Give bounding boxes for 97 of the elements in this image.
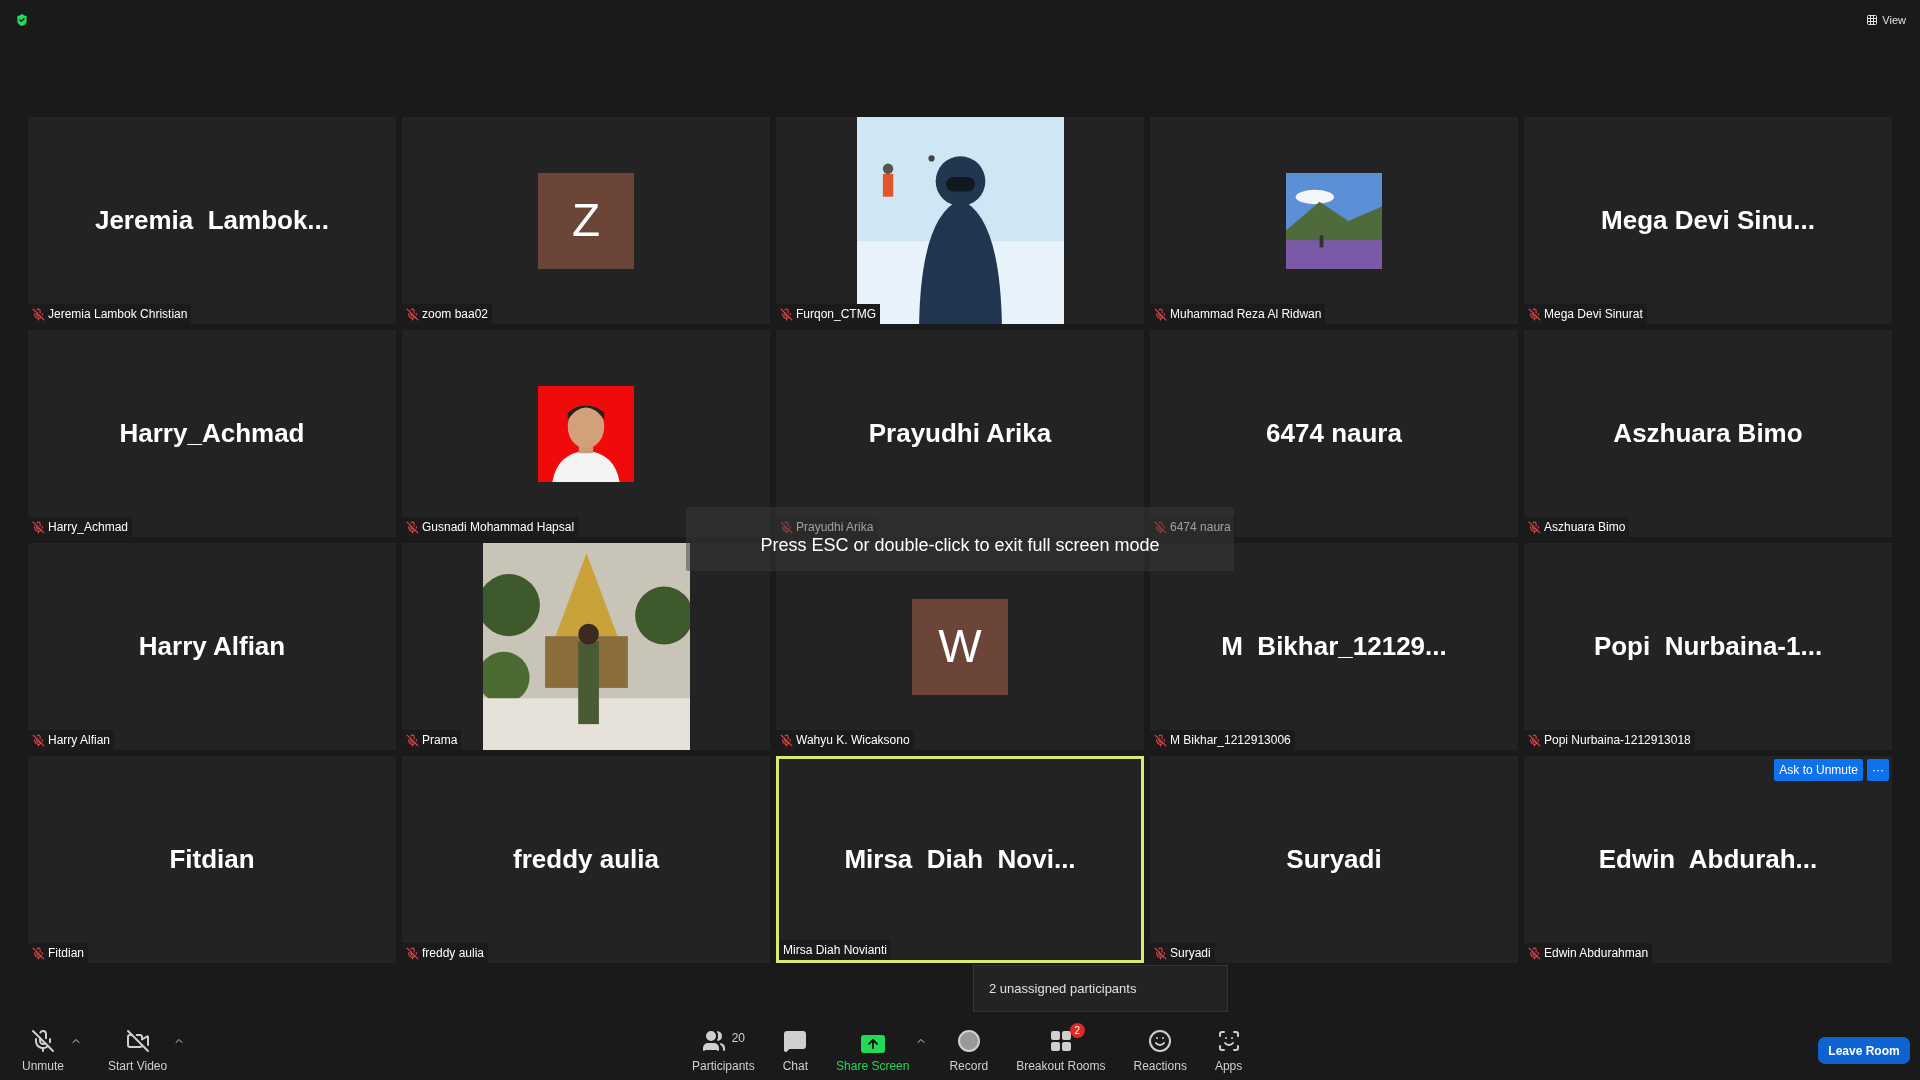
participants-icon [701,1029,726,1053]
leave-room-button[interactable]: Leave Room [1818,1037,1910,1064]
participant-label: freddy aulia [422,945,485,962]
participant-label: Fitdian [48,945,85,962]
participant-name: freddy aulia [513,843,659,876]
participant-name: Mega Devi Sinu... [1601,204,1815,237]
participant-label: Edwin Abdurahman [1544,945,1649,962]
record-icon [956,1029,981,1053]
muted-mic-icon [780,520,793,534]
video-tile[interactable]: Jeremia Lambok... Jeremia Lambok Christian [28,117,396,324]
video-tile[interactable]: Gusnadi Mohammad Hapsal [402,330,770,537]
smiley-icon [1148,1029,1173,1053]
participant-name: Aszhuara Bimo [1613,417,1803,450]
toolbar-button[interactable]: Record [943,1023,995,1075]
muted-mic-icon [1154,946,1167,960]
participant-name: Popi Nurbaina-1... [1593,630,1823,663]
participant-name: Fitdian [169,843,255,876]
participant-count: 20 [731,1030,746,1047]
muted-mic-icon [780,307,793,321]
muted-mic-icon [406,733,419,747]
video-tile[interactable]: Edwin Abdurah... Edwin Abdurahman Ask to Unmute ··· [1524,756,1892,963]
participant-label: Gusnadi Mohammad Hapsal [422,519,575,536]
participant-label: zoom baa02 [422,306,489,323]
toolbar-button[interactable]: Reactions [1127,1023,1193,1075]
muted-mic-icon [32,946,45,960]
video-tile[interactable]: 6474 naura 6474 naura [1150,330,1518,537]
video-tile[interactable]: Muhammad Reza Al Ridwan [1150,117,1518,324]
participant-label: M Bikhar_1212913006 [1170,732,1291,749]
muted-mic-icon [406,307,419,321]
toolbar-button[interactable]: Share Screen [830,1023,916,1075]
notification-badge: 2 [1069,1023,1085,1038]
more-button[interactable]: ··· [1867,759,1889,781]
toolbar-button[interactable]: 20 Participants [686,1023,761,1075]
video-off-icon [125,1029,150,1053]
muted-mic-icon [32,307,45,321]
shield-icon[interactable] [14,12,30,28]
participant-name: Harry_Achmad [119,417,305,450]
participant-label: Popi Nurbaina-1212913018 [1544,732,1691,749]
toolbar-button[interactable]: Chat [776,1023,815,1075]
participant-label: Mega Devi Sinurat [1544,306,1643,323]
muted-mic-icon [1154,307,1167,321]
participant-name: M Bikhar_12129... [1221,630,1447,663]
muted-mic-icon [32,733,45,747]
participant-label: Prama [422,732,458,749]
muted-mic-icon [406,520,419,534]
muted-mic-icon [780,733,793,747]
muted-mic-icon [1154,733,1167,747]
toolbar-button[interactable]: 2 Breakout Rooms [1010,1023,1112,1075]
participant-label: Harry Alfian [48,732,111,749]
grid-icon [1048,1029,1073,1053]
ask-to-unmute-button[interactable]: Ask to Unmute [1774,759,1863,781]
video-tile[interactable]: Aszhuara Bimo Aszhuara Bimo [1524,330,1892,537]
muted-mic-icon [1528,946,1541,960]
participant-label: Aszhuara Bimo [1544,519,1626,536]
grid-icon [1866,14,1879,27]
video-tile[interactable]: Suryadi Suryadi [1150,756,1518,963]
muted-mic-icon [31,1029,55,1053]
avatar: Z [538,172,634,269]
participant-name: Prayudhi Arika [868,417,1052,450]
participant-label: Jeremia Lambok Christian [48,306,188,323]
muted-mic-icon [1528,307,1541,321]
participant-label: Harry_Achmad [48,519,129,536]
muted-mic-icon [32,520,45,534]
avatar: W [912,598,1008,695]
participant-label: Furqon_CTMG [796,306,877,323]
participant-name: Mirsa Diah Novi... [844,843,1076,876]
video-tile[interactable]: freddy aulia freddy aulia [402,756,770,963]
toolbar-button[interactable]: Unmute [16,1023,71,1075]
muted-mic-icon [1154,520,1167,534]
participant-label: Mirsa Diah Novianti [783,942,888,959]
muted-mic-icon [406,946,419,960]
tooltip-text: 2 unassigned participants [989,979,1137,998]
video-tile[interactable]: Mega Devi Sinu... Mega Devi Sinurat [1524,117,1892,324]
toolbar-button[interactable]: Apps [1208,1023,1249,1075]
participant-name: Jeremia Lambok... [94,204,330,237]
participant-label: Muhammad Reza Al Ridwan [1170,306,1322,323]
video-tile[interactable]: Harry Alfian Harry Alfian [28,543,396,750]
participant-label: Suryadi [1170,945,1211,962]
view-button[interactable]: View [1866,12,1906,29]
video-tile[interactable]: Furqon_CTMG [776,117,1144,324]
muted-mic-icon [1528,520,1541,534]
participant-name: Edwin Abdurah... [1598,843,1818,876]
video-tile[interactable]: Popi Nurbaina-1... Popi Nurbaina-1212913018 [1524,543,1892,750]
muted-mic-icon [1528,733,1541,747]
participant-name: 6474 naura [1266,417,1402,450]
video-tile[interactable]: Z zoom baa02 [402,117,770,324]
toolbar-button[interactable]: Start Video [102,1023,174,1075]
video-tile[interactable]: Mirsa Diah Novi... Mirsa Diah Novianti [776,756,1144,963]
video-tile[interactable]: Prayudhi Arika Prayudhi Arika [776,330,1144,537]
video-tile[interactable]: Fitdian Fitdian [28,756,396,963]
participant-name: Harry Alfian [138,630,286,663]
participant-label: Wahyu K. Wicaksono [796,732,910,749]
participant-label: Prayudhi Arika [796,519,874,536]
participant-name: Suryadi [1286,843,1382,876]
participant-label: 6474 naura [1170,519,1231,536]
video-tile[interactable]: Harry_Achmad Harry_Achmad [28,330,396,537]
chat-icon [783,1029,808,1053]
